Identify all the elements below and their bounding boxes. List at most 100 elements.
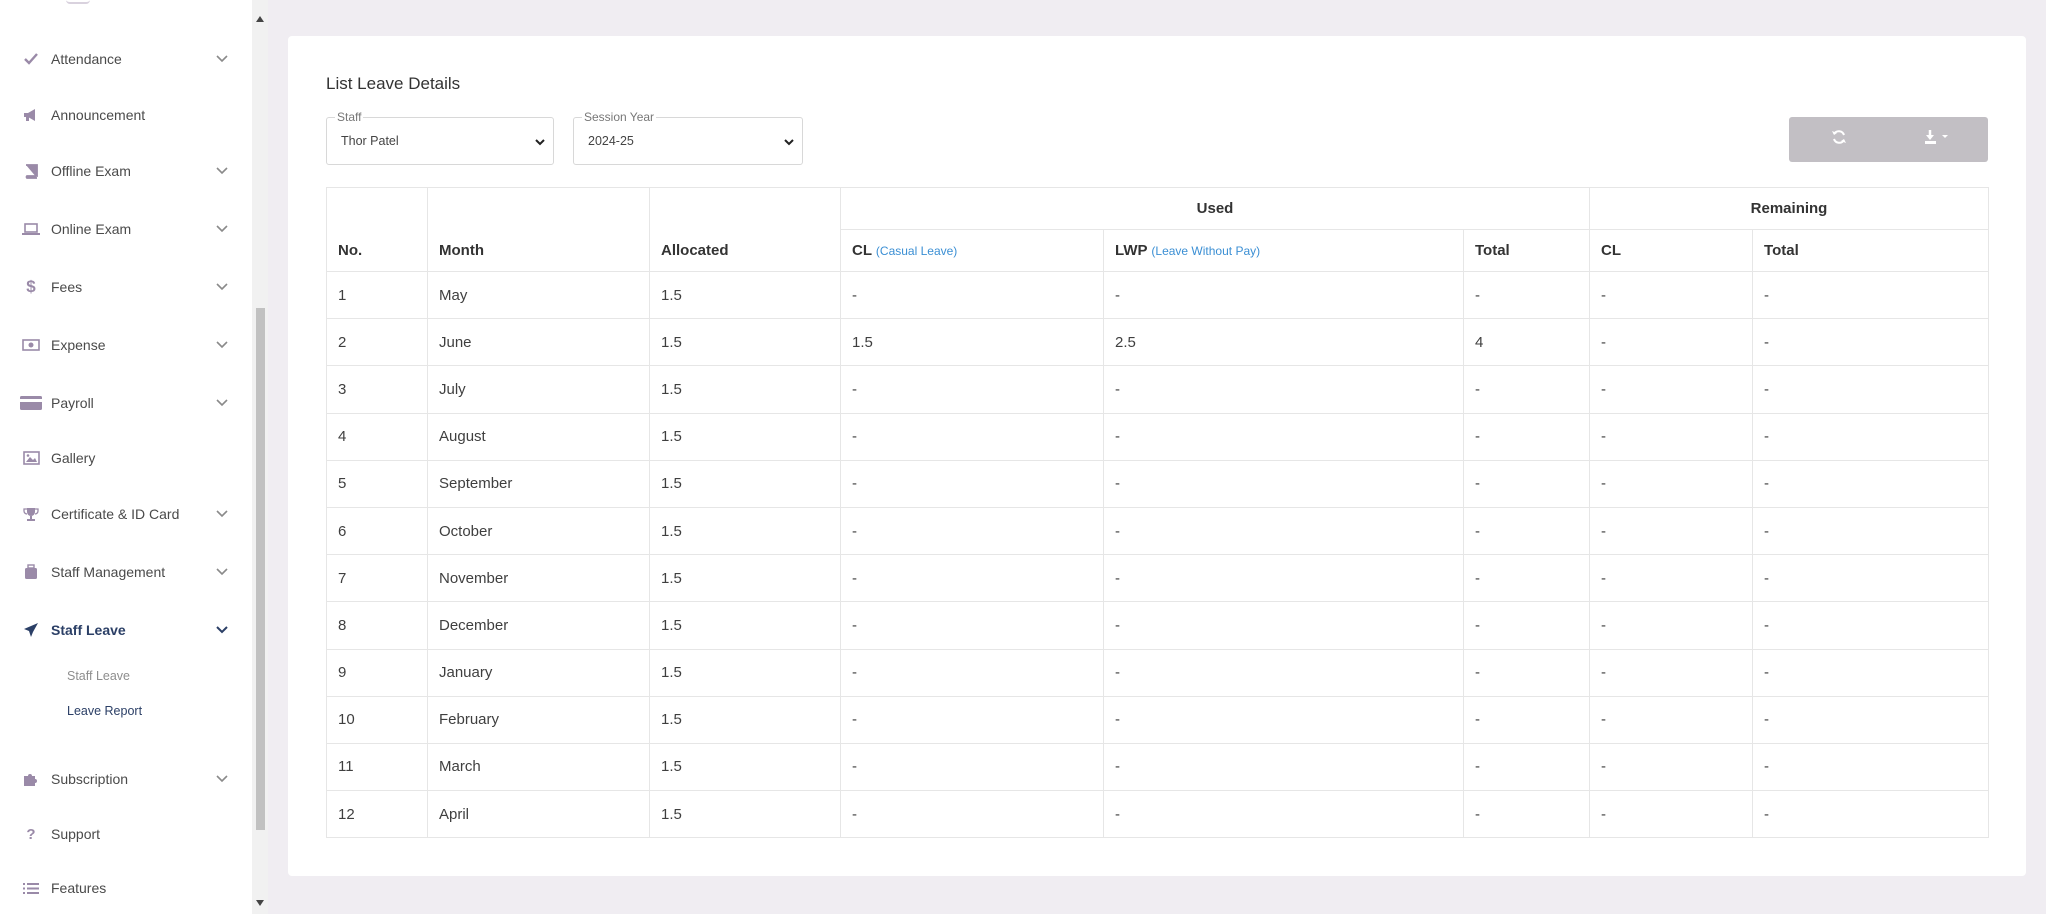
row-no: 3 — [326, 365, 428, 414]
row-month: August — [427, 412, 650, 461]
chevron-down-icon — [782, 135, 796, 149]
column-header-cl: CL (Casual Leave) — [840, 229, 1104, 272]
column-header-remaining-total: Total — [1752, 229, 1990, 272]
staff-select-label: Staff — [335, 110, 364, 124]
row-no: 11 — [326, 742, 428, 792]
row-remaining-total: - — [1752, 459, 1990, 508]
row-remaining-cl: - — [1589, 365, 1754, 414]
chevron-down-icon — [533, 135, 547, 149]
sidebar-item-subscription[interactable]: Subscription — [0, 762, 252, 796]
row-allocated: 1.5 — [649, 648, 841, 697]
row-remaining-total: - — [1752, 365, 1990, 414]
row-allocated: 1.5 — [649, 459, 841, 508]
row-remaining-cl: - — [1589, 318, 1754, 367]
row-allocated: 1.5 — [649, 742, 841, 792]
row-remaining-cl: - — [1589, 554, 1754, 603]
row-remaining-cl: - — [1589, 270, 1754, 320]
row-month: March — [427, 742, 650, 792]
table-row: 6 October 1.5- - - - - — [326, 506, 1990, 556]
staff-select[interactable]: Staff Thor Patel — [326, 110, 554, 165]
row-used-total: - — [1462, 554, 1591, 603]
chevron-down-icon — [212, 393, 232, 413]
row-allocated: 1.5 — [649, 412, 841, 461]
table-row: 11 March 1.5- - - - - — [326, 742, 1990, 792]
sidebar-item-features[interactable]: Features — [0, 871, 252, 905]
sidebar-top-stub — [66, 0, 90, 4]
group-header-used: Used — [839, 187, 1591, 230]
row-no: 6 — [326, 506, 428, 556]
row-used-total: - — [1462, 648, 1591, 697]
session-year-select[interactable]: Session Year 2024-25 — [573, 110, 803, 165]
sidebar-item-certificate-id-card[interactable]: Certificate & ID Card — [0, 497, 252, 531]
sidebar-item-label: Announcement — [51, 107, 146, 123]
row-remaining-total: - — [1752, 270, 1990, 320]
scroll-up-arrow-icon[interactable] — [255, 14, 265, 24]
sidebar-item-label: Subscription — [51, 771, 129, 787]
sidebar-item-expense[interactable]: Expense — [0, 328, 252, 362]
list-icon — [20, 879, 42, 897]
row-used-cl: 1.5 — [840, 318, 1104, 367]
sidebar-item-staff-management[interactable]: Staff Management — [0, 555, 252, 589]
puzzle-icon — [20, 770, 42, 788]
row-used-lwp: - — [1103, 270, 1464, 320]
sidebar-item-label: Staff Management — [51, 564, 166, 580]
row-no: 9 — [326, 648, 428, 697]
row-remaining-total: - — [1752, 695, 1990, 744]
column-header-month: Month — [427, 187, 650, 272]
sidebar-item-attendance[interactable]: Attendance — [0, 42, 252, 76]
row-used-lwp: - — [1103, 695, 1464, 744]
row-remaining-cl: - — [1589, 459, 1754, 508]
row-used-lwp: - — [1103, 790, 1464, 839]
download-dropdown-button[interactable] — [1889, 117, 1989, 162]
row-used-cl: - — [840, 790, 1104, 839]
scrollbar-thumb[interactable] — [256, 308, 265, 830]
row-used-total: - — [1462, 790, 1591, 839]
lwp-hint: (Leave Without Pay) — [1151, 244, 1261, 258]
column-header-no: No. — [326, 187, 428, 272]
row-used-total: - — [1462, 695, 1591, 744]
row-used-total: - — [1462, 506, 1591, 556]
sidebar-subitem-leave-report[interactable]: Leave Report — [67, 704, 142, 718]
sidebar-item-online-exam[interactable]: Online Exam — [0, 212, 252, 246]
sidebar-item-staff-leave[interactable]: Staff Leave — [0, 613, 252, 647]
sidebar-item-offline-exam[interactable]: Offline Exam — [0, 154, 252, 188]
row-month: February — [427, 695, 650, 744]
table-row: 4 August 1.5- - - - - — [326, 412, 1990, 461]
scroll-down-arrow-icon[interactable] — [255, 898, 265, 908]
row-allocated: 1.5 — [649, 601, 841, 650]
table-actions — [1789, 117, 1988, 162]
sidebar: Attendance Announcement Offline Exam Onl… — [0, 0, 252, 914]
row-month: June — [427, 318, 650, 367]
sidebar-scrollbar[interactable] — [252, 0, 268, 914]
row-month: September — [427, 459, 650, 508]
table-row: 5 September 1.5- - - - - — [326, 459, 1990, 508]
row-used-total: - — [1462, 459, 1591, 508]
row-remaining-total: - — [1752, 742, 1990, 792]
book-icon — [20, 162, 42, 180]
row-used-total: 4 — [1462, 318, 1591, 367]
row-month: December — [427, 601, 650, 650]
sidebar-item-announcement[interactable]: Announcement — [0, 98, 252, 132]
sidebar-item-fees[interactable]: $ Fees — [0, 270, 252, 304]
sidebar-item-label: Fees — [51, 279, 83, 295]
row-used-cl: - — [840, 695, 1104, 744]
sidebar-item-label: Attendance — [51, 51, 122, 67]
sidebar-item-gallery[interactable]: Gallery — [0, 441, 252, 475]
row-remaining-total: - — [1752, 648, 1990, 697]
table-row: 12 April 1.5- - - - - — [326, 790, 1990, 839]
row-remaining-cl: - — [1589, 695, 1754, 744]
refresh-button[interactable] — [1789, 117, 1889, 162]
row-month: April — [427, 790, 650, 839]
row-remaining-cl: - — [1589, 648, 1754, 697]
row-used-cl: - — [840, 459, 1104, 508]
sidebar-item-support[interactable]: ? Support — [0, 817, 252, 851]
sidebar-item-label: Staff Leave — [51, 622, 126, 638]
session-year-select-label: Session Year — [582, 110, 657, 124]
sidebar-item-payroll[interactable]: Payroll — [0, 386, 252, 420]
sidebar-subitem-staff-leave[interactable]: Staff Leave — [67, 669, 130, 683]
row-used-total: - — [1462, 412, 1591, 461]
column-header-remaining-cl: CL — [1589, 229, 1754, 272]
sidebar-item-label: Offline Exam — [51, 163, 131, 179]
row-used-lwp: - — [1103, 506, 1464, 556]
chevron-down-icon — [212, 562, 232, 582]
